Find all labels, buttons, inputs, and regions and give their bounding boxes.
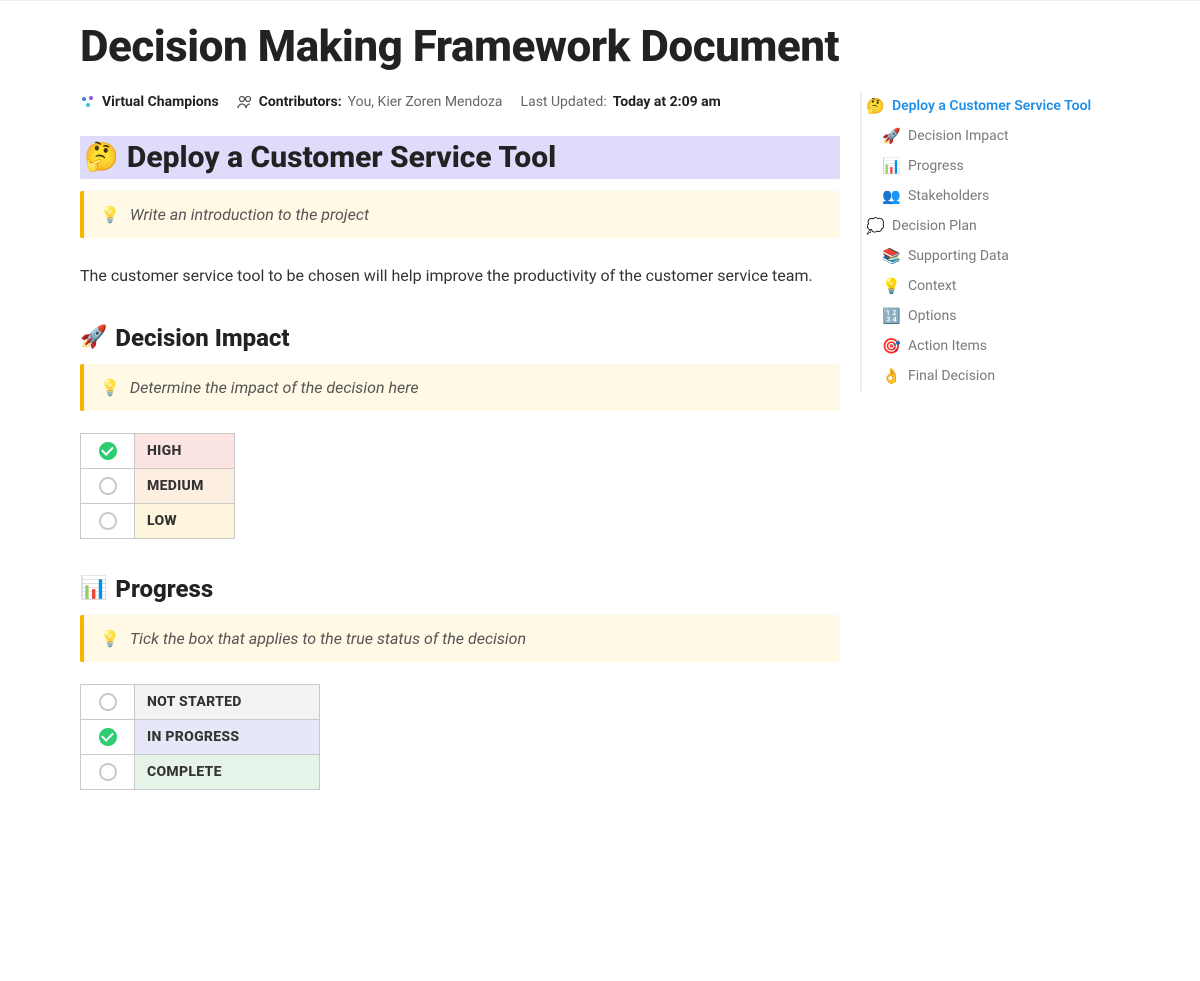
check-circle-icon[interactable] [99, 763, 117, 781]
bulb-icon: 💡 [100, 378, 120, 397]
people-icon [237, 94, 253, 110]
outline-item-icon: 📊 [882, 157, 900, 175]
checkbox-cell[interactable] [81, 720, 135, 755]
outline-item[interactable]: 👥 Stakeholders [862, 181, 1120, 211]
checkbox-cell[interactable] [81, 755, 135, 790]
contributors-label: Contributors: [259, 94, 342, 110]
updated-value: Today at 2:09 am [613, 94, 721, 110]
outline-item[interactable]: 💭 Decision Plan [862, 211, 1120, 241]
table-row: NOT STARTED [81, 685, 320, 720]
outline-item-icon: 🚀 [882, 127, 900, 145]
bulb-icon: 💡 [100, 205, 120, 224]
outline-item-label: Decision Impact [908, 128, 1009, 144]
outline-item-icon: 🤔 [866, 97, 884, 115]
checkbox-cell[interactable] [81, 504, 135, 539]
checkbox-cell[interactable] [81, 685, 135, 720]
outline-item-icon: 👥 [882, 187, 900, 205]
outline-item[interactable]: 🚀 Decision Impact [862, 121, 1120, 151]
outline-item-label: Stakeholders [908, 188, 989, 204]
outline-item-icon: 📚 [882, 247, 900, 265]
hint-text-intro: Write an introduction to the project [130, 205, 369, 224]
outline-item[interactable]: 💡 Context [862, 271, 1120, 301]
outline-item-label: Deploy a Customer Service Tool [892, 98, 1091, 114]
outline-item-label: Action Items [908, 338, 987, 354]
outline-item[interactable]: 🔢 Options [862, 301, 1120, 331]
bulb-icon: 💡 [100, 629, 120, 648]
outline-item[interactable]: 🎯 Action Items [862, 331, 1120, 361]
check-circle-icon[interactable] [99, 477, 117, 495]
outline-item-label: Supporting Data [908, 248, 1009, 264]
page-title: Decision Making Framework Document [80, 21, 840, 72]
impact-table: HIGHMEDIUMLOW [80, 433, 235, 539]
outline-item-label: Options [908, 308, 956, 324]
check-circle-checked-icon[interactable] [99, 728, 117, 746]
check-circle-checked-icon[interactable] [99, 442, 117, 460]
check-circle-icon[interactable] [99, 512, 117, 530]
table-row: HIGH [81, 434, 235, 469]
intro-paragraph[interactable]: The customer service tool to be chosen w… [80, 264, 840, 289]
progress-table: NOT STARTEDIN PROGRESSCOMPLETE [80, 684, 320, 790]
team-icon [80, 94, 96, 110]
outline-item-icon: 🎯 [882, 337, 900, 355]
team-name: Virtual Champions [102, 94, 219, 110]
choice-label: NOT STARTED [135, 685, 320, 720]
section-banner-deploy: 🤔 Deploy a Customer Service Tool [80, 136, 840, 179]
choice-label: HIGH [135, 434, 235, 469]
meta-row: Virtual Champions Contributors: You, Kie… [80, 94, 840, 110]
check-circle-icon[interactable] [99, 693, 117, 711]
team-chunk[interactable]: Virtual Champions [80, 94, 219, 110]
document-outline: 🤔 Deploy a Customer Service Tool 🚀 Decision… [860, 91, 1120, 391]
table-row: LOW [81, 504, 235, 539]
outline-item-icon: 💡 [882, 277, 900, 295]
table-row: MEDIUM [81, 469, 235, 504]
hint-text-progress: Tick the box that applies to the true st… [130, 629, 526, 648]
outline-item[interactable]: 🤔 Deploy a Customer Service Tool [862, 91, 1120, 121]
outline-item[interactable]: 👌 Final Decision [862, 361, 1120, 391]
hint-callout-progress[interactable]: 💡 Tick the box that applies to the true … [80, 615, 840, 662]
thinking-icon: 🤔 [84, 143, 119, 171]
updated-chunk: Last Updated: Today at 2:09 am [521, 94, 721, 110]
section-heading-impact: 🚀 Decision Impact [80, 324, 840, 352]
contributors-chunk[interactable]: Contributors: You, Kier Zoren Mendoza [237, 94, 503, 110]
rocket-icon: 🚀 [80, 327, 107, 349]
contributors-value: You, Kier Zoren Mendoza [348, 94, 503, 110]
hint-text-impact: Determine the impact of the decision her… [130, 378, 419, 397]
outline-item-icon: 👌 [882, 367, 900, 385]
outline-item-icon: 💭 [866, 217, 884, 235]
checkbox-cell[interactable] [81, 469, 135, 504]
table-row: IN PROGRESS [81, 720, 320, 755]
updated-label: Last Updated: [521, 94, 607, 110]
outline-item[interactable]: 📚 Supporting Data [862, 241, 1120, 271]
impact-heading-text: Decision Impact [115, 324, 289, 352]
choice-label: LOW [135, 504, 235, 539]
outline-item-label: Decision Plan [892, 218, 977, 234]
outline-item-icon: 🔢 [882, 307, 900, 325]
checkbox-cell[interactable] [81, 434, 135, 469]
section-heading-progress: 📊 Progress [80, 575, 840, 603]
section-heading-deploy: Deploy a Customer Service Tool [127, 140, 556, 175]
chart-icon: 📊 [80, 578, 107, 600]
table-row: COMPLETE [81, 755, 320, 790]
outline-item[interactable]: 📊 Progress [862, 151, 1120, 181]
outline-item-label: Context [908, 278, 956, 294]
outline-item-label: Final Decision [908, 368, 995, 384]
choice-label: COMPLETE [135, 755, 320, 790]
hint-callout-intro[interactable]: 💡 Write an introduction to the project [80, 191, 840, 238]
hint-callout-impact[interactable]: 💡 Determine the impact of the decision h… [80, 364, 840, 411]
choice-label: MEDIUM [135, 469, 235, 504]
outline-item-label: Progress [908, 158, 964, 174]
progress-heading-text: Progress [115, 575, 213, 603]
choice-label: IN PROGRESS [135, 720, 320, 755]
